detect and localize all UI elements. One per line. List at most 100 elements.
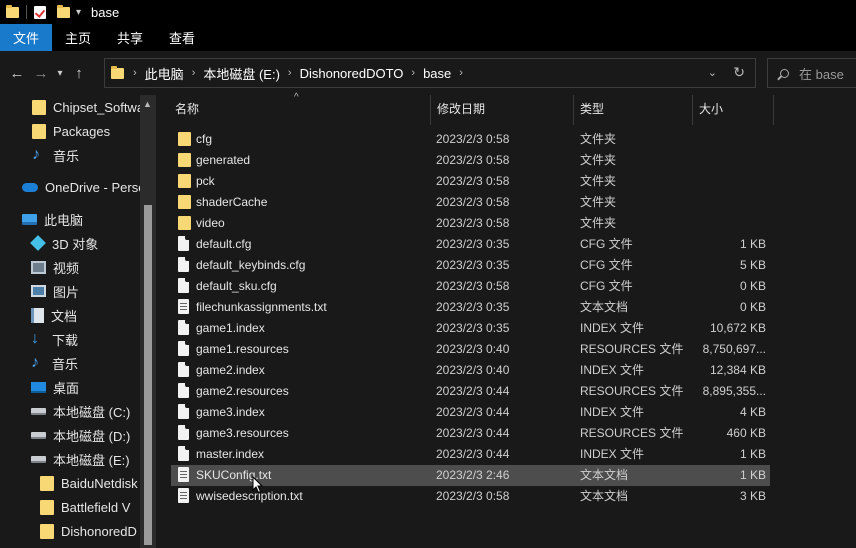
table-row[interactable]: game3.resources 2023/2/3 0:44 RESOURCES 文件… <box>171 423 770 444</box>
nav-item-pictures[interactable]: 图片 <box>31 279 79 303</box>
table-row[interactable]: shaderCache 2023/2/3 0:58 文件夹 <box>171 192 770 213</box>
breadcrumb-dishonored[interactable]: DishonoredDOTO <box>295 66 409 81</box>
recent-locations-icon[interactable]: ▾ <box>53 68 67 79</box>
nav-item-3d-objects[interactable]: 3D 对象 <box>30 231 98 255</box>
file-date: 2023/2/3 0:35 <box>436 258 510 272</box>
table-row[interactable]: cfg 2023/2/3 0:58 文件夹 <box>171 129 770 150</box>
file-date: 2023/2/3 0:58 <box>436 132 510 146</box>
nav-item-this-pc[interactable]: 此电脑 <box>22 207 83 231</box>
file-date: 2023/2/3 0:58 <box>436 174 510 188</box>
file-size <box>693 150 766 171</box>
file-size: 0 KB <box>739 300 766 314</box>
nav-item-drive-e[interactable]: 本地磁盘 (E:) <box>31 447 130 471</box>
refresh-icon[interactable]: ↻ <box>733 64 745 81</box>
file-name: default_keybinds.cfg <box>196 258 306 272</box>
nav-item-packages[interactable]: Packages <box>32 119 110 143</box>
file-size: 1 KB <box>739 237 766 251</box>
chevron-right-icon[interactable]: › <box>189 67 199 79</box>
file-size: 4 KB <box>739 405 766 419</box>
nav-item-label: OneDrive - Perso <box>45 179 146 195</box>
file-date: 2023/2/3 0:44 <box>436 405 510 419</box>
table-row[interactable]: game2.resources 2023/2/3 0:44 RESOURCES 文件… <box>171 381 770 402</box>
address-bar[interactable]: › 此电脑 › 本地磁盘 (E:) › DishonoredDOTO › bas… <box>104 58 756 88</box>
new-folder-icon[interactable] <box>57 4 70 18</box>
file-size: 8,895,355... <box>702 384 766 398</box>
navigation-pane: Chipset_Softwa Packages ♪ 音乐 OneDrive - … <box>0 95 156 548</box>
table-row[interactable]: filechunkassignments.txt 2023/2/3 0:35 文本文… <box>171 297 770 318</box>
chevron-right-icon[interactable]: › <box>130 67 140 79</box>
properties-icon[interactable] <box>34 5 46 19</box>
up-arrow-icon[interactable]: ↑ <box>67 65 91 82</box>
table-row[interactable]: game1.index 2023/2/3 0:35 INDEX 文件 10,672 K… <box>171 318 770 339</box>
breadcrumb-drive-e[interactable]: 本地磁盘 (E:) <box>198 64 285 83</box>
table-row[interactable]: game1.resources 2023/2/3 0:40 RESOURCES 文件… <box>171 339 770 360</box>
customize-toolbar-icon[interactable]: ▾ <box>76 7 81 18</box>
folder-icon <box>32 99 46 115</box>
file-date: 2023/2/3 0:44 <box>436 384 510 398</box>
nav-item-documents[interactable]: 文档 <box>31 303 77 327</box>
table-row[interactable]: game2.index 2023/2/3 0:40 INDEX 文件 12,384 K… <box>171 360 770 381</box>
table-row[interactable]: game3.index 2023/2/3 0:44 INDEX 文件 4 KB <box>171 402 770 423</box>
nav-scrollbar[interactable]: ▲ <box>140 95 155 548</box>
file-type: 文件夹 <box>580 153 617 167</box>
table-row[interactable]: default_keybinds.cfg 2023/2/3 0:35 CFG 文件 5… <box>171 255 770 276</box>
nav-item-music[interactable]: ♪ 音乐 <box>31 351 78 375</box>
file-size <box>693 213 766 234</box>
nav-item-label: 文档 <box>51 308 78 324</box>
file-name: filechunkassignments.txt <box>196 300 327 314</box>
nav-item-label: DishonoredD <box>61 523 137 539</box>
video-icon <box>31 260 46 274</box>
nav-item-battlefield[interactable]: Battlefield V <box>40 495 130 519</box>
column-header-name[interactable]: 名称 <box>169 95 427 125</box>
nav-item-label: 本地磁盘 (D:) <box>53 428 131 444</box>
column-header-type[interactable]: 类型 <box>574 95 692 125</box>
scroll-up-icon[interactable]: ▲ <box>143 99 152 109</box>
table-row[interactable]: default.cfg 2023/2/3 0:35 CFG 文件 1 KB <box>171 234 770 255</box>
nav-item-baidunetdisk[interactable]: BaiduNetdisk <box>40 471 138 495</box>
nav-item-label: BaiduNetdisk <box>61 475 138 491</box>
chevron-right-icon[interactable]: › <box>456 67 466 79</box>
address-history-icon[interactable]: ⌄ <box>708 66 717 79</box>
folder-icon <box>178 132 191 146</box>
table-row[interactable]: generated 2023/2/3 0:58 文件夹 <box>171 150 770 171</box>
nav-item-music-quick[interactable]: ♪ 音乐 <box>32 143 79 167</box>
text-file-icon <box>178 299 189 314</box>
chevron-right-icon[interactable]: › <box>285 67 295 79</box>
breadcrumb-base[interactable]: base <box>418 66 456 81</box>
nav-item-drive-d[interactable]: 本地磁盘 (D:) <box>31 423 130 447</box>
breadcrumb-this-pc[interactable]: 此电脑 <box>140 64 189 83</box>
back-arrow-icon[interactable]: ← <box>5 65 29 82</box>
file-date: 2023/2/3 0:58 <box>436 489 510 503</box>
file-size: 1 KB <box>739 468 766 482</box>
chevron-right-icon[interactable]: › <box>408 67 418 79</box>
tab-file[interactable]: 文件 <box>0 24 53 51</box>
table-row[interactable]: master.index 2023/2/3 0:44 INDEX 文件 1 KB <box>171 444 770 465</box>
nav-item-desktop[interactable]: 桌面 <box>31 375 79 399</box>
column-divider[interactable] <box>773 95 774 125</box>
column-header-date[interactable]: 修改日期 <box>431 95 573 125</box>
table-row[interactable]: pck 2023/2/3 0:58 文件夹 <box>171 171 770 192</box>
file-name: generated <box>196 153 251 167</box>
scrollbar-thumb[interactable] <box>144 205 152 545</box>
nav-item-dishonored[interactable]: DishonoredD <box>40 519 137 543</box>
table-row[interactable]: video 2023/2/3 0:58 文件夹 <box>171 213 770 234</box>
tab-home[interactable]: 主页 <box>52 24 104 51</box>
nav-item-drive-c[interactable]: 本地磁盘 (C:) <box>31 399 130 423</box>
nav-item-downloads[interactable]: ↓ 下载 <box>31 327 78 351</box>
computer-icon <box>22 213 37 225</box>
search-input[interactable]: 在 base <box>767 58 856 88</box>
tab-view[interactable]: 查看 <box>156 24 208 51</box>
nav-item-onedrive[interactable]: OneDrive - Perso <box>22 175 145 199</box>
nav-item-chipset[interactable]: Chipset_Softwa <box>32 95 144 119</box>
navigation-bar: ← → ▾ ↑ › 此电脑 › 本地磁盘 (E:) › DishonoredDO… <box>0 51 856 95</box>
file-name: default.cfg <box>196 237 252 251</box>
table-row[interactable]: default_sku.cfg 2023/2/3 0:58 CFG 文件 0 KB <box>171 276 770 297</box>
nav-item-label: 音乐 <box>53 148 80 164</box>
tab-share[interactable]: 共享 <box>104 24 156 51</box>
nav-item-label: Packages <box>53 123 111 139</box>
file-type: INDEX 文件 <box>580 363 645 377</box>
forward-arrow-icon[interactable]: → <box>29 65 53 82</box>
nav-item-videos[interactable]: 视频 <box>31 255 79 279</box>
folder-icon <box>178 216 191 230</box>
column-header-size[interactable]: 大小 <box>693 95 773 125</box>
